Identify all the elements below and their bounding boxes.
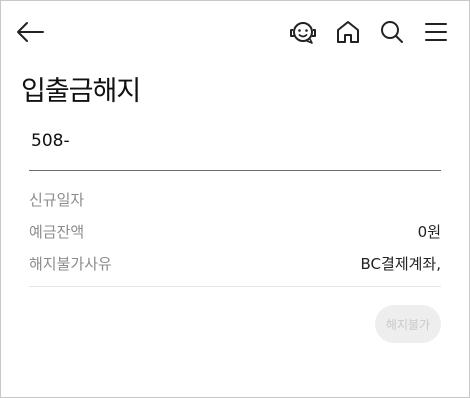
balance-label: 예금잔액 [29,222,85,241]
menu-button[interactable] [419,15,453,49]
app-screen: 입출금해지 508- 신규일자 예금잔액 0원 해지불가사유 BC결제계좌, 해… [0,0,470,398]
open-date-label: 신규일자 [29,190,85,209]
top-navigation-bar [1,1,469,61]
chatbot-face-icon [290,22,316,44]
search-icon [381,21,403,43]
info-row-reason: 해지불가사유 BC결제계좌, [29,247,441,279]
home-button[interactable] [331,15,365,49]
info-row-balance: 예금잔액 0원 [29,215,441,247]
account-info-list: 신규일자 예금잔액 0원 해지불가사유 BC결제계좌, [29,183,441,279]
termination-block-reason-label: 해지불가사유 [29,254,112,273]
back-button[interactable] [13,15,47,49]
hamburger-menu-icon [425,23,447,41]
termination-block-reason-value: BC결제계좌, [360,254,441,273]
balance-value: 0원 [417,222,441,241]
account-number-field: 508- [29,127,441,171]
divider [29,286,441,287]
chatbot-button[interactable] [286,15,320,49]
page-title: 입출금해지 [21,76,141,107]
search-button[interactable] [375,15,409,49]
arrow-left-icon [17,22,44,42]
terminate-button[interactable]: 해지불가 [375,305,441,343]
info-row-open-date: 신규일자 [29,183,441,215]
account-number: 508- [31,131,70,151]
home-icon [337,21,359,43]
